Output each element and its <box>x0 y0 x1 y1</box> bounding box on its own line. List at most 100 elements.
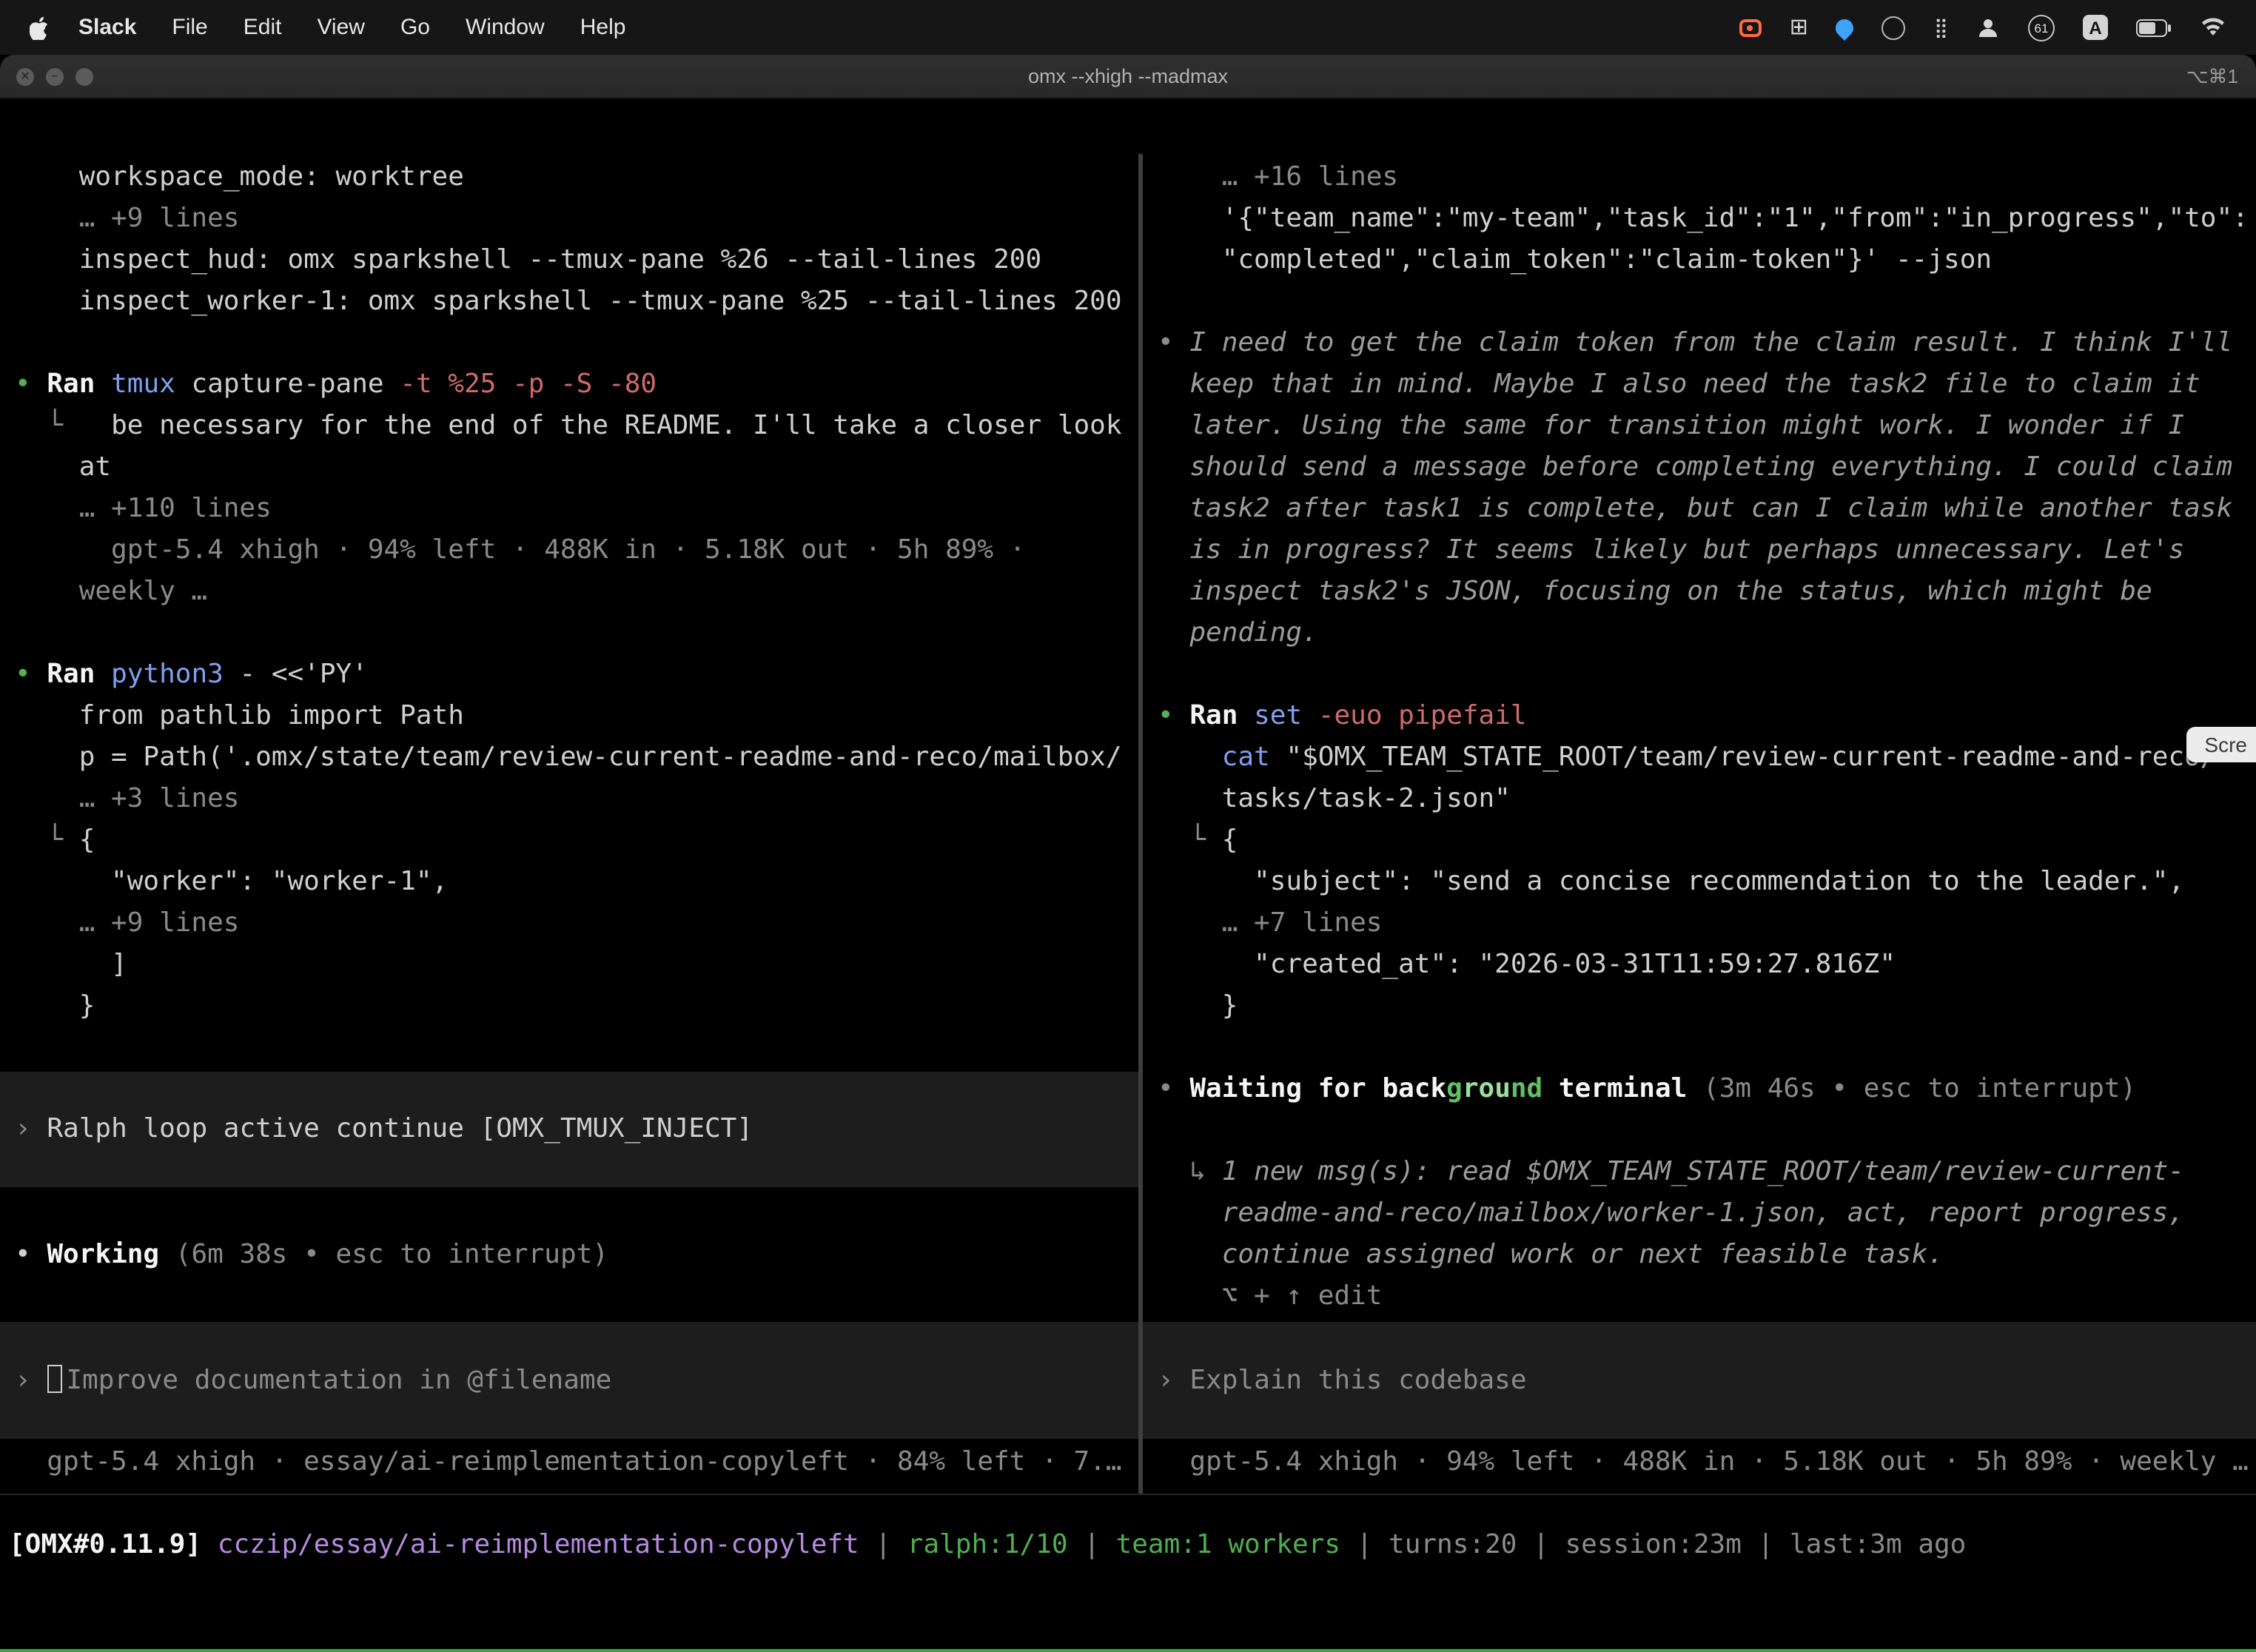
text-segment: "completed","claim_token":"claim-token"}… <box>1158 244 1992 275</box>
active-app-name[interactable]: Slack <box>78 15 136 40</box>
text-segment: | <box>1517 1529 1565 1560</box>
text-segment: "$OMX_TEAM_STATE_ROOT/team/review-curren… <box>1270 742 2217 773</box>
menu-help[interactable]: Help <box>580 15 626 40</box>
text-segment: last:3m ago <box>1790 1529 1966 1560</box>
text-segment: … +16 lines <box>1158 161 1398 192</box>
text-segment: weekly … <box>15 576 207 607</box>
terminal-line <box>1158 281 2256 323</box>
terminal-line: inspect task2's JSON, focusing on the st… <box>1158 571 2256 613</box>
minimize-button[interactable]: − <box>46 67 64 85</box>
text-segment: (6m 38s • esc to interrupt) <box>159 1239 608 1270</box>
text-segment: • <box>15 659 47 690</box>
text-segment: keep that in mind. Maybe I also need the… <box>1158 369 2200 400</box>
menu-window[interactable]: Window <box>466 15 545 40</box>
text-segment: g <box>1446 1073 1463 1104</box>
text-segment: Ran <box>47 659 111 690</box>
terminal-window: ✕ − omx --xhigh --madmax ⌥⌘1 workspace_m… <box>0 55 2256 1652</box>
text-segment: • <box>1158 327 1189 358</box>
terminal-line: workspace_mode: worktree <box>15 157 1138 198</box>
ralph-loop-banner: › Ralph loop active continue [OMX_TMUX_I… <box>0 1072 1138 1187</box>
terminal-line: … +9 lines <box>15 198 1138 240</box>
text-segment: -euo pipefail <box>1302 700 1526 731</box>
blue-drop-app-icon[interactable] <box>1833 15 1858 40</box>
terminal-line: } <box>15 986 1138 1027</box>
model-status-left: gpt-5.4 xhigh · essay/ai-reimplementatio… <box>15 1442 1138 1483</box>
dark-circle-app-icon[interactable] <box>1882 16 1906 39</box>
window-title-bar[interactable]: ✕ − omx --xhigh --madmax ⌥⌘1 <box>0 55 2256 99</box>
text-segment: continue assigned work or next feasible … <box>1158 1239 1944 1270</box>
tmux-pane-left[interactable]: workspace_mode: worktree … +9 lines insp… <box>0 154 1138 1494</box>
prompt-input-left[interactable]: › Improve documentation in @filename <box>0 1322 1138 1439</box>
terminal-line: "subject": "send a concise recommendatio… <box>1158 862 2256 903</box>
text-segment: └ <box>15 825 79 856</box>
wifi-icon[interactable] <box>2200 18 2226 37</box>
traffic-lights: ✕ − <box>16 55 93 98</box>
text-segment: "worker": "worker-1", <box>15 866 448 897</box>
text-segment: • <box>1158 1073 1189 1104</box>
text-segment: … +9 lines <box>15 203 239 234</box>
text-segment: task2 after task1 is complete, but can I… <box>1158 493 2232 524</box>
screen-recording-icon[interactable] <box>1739 19 1762 36</box>
text-segment: | <box>1068 1529 1116 1560</box>
terminal-line: weekly … <box>15 571 1138 613</box>
text-segment: … +7 lines <box>1158 907 1382 939</box>
battery-percent-ring[interactable]: 61 <box>2028 14 2055 41</box>
text-segment: be necessary for the end of the README. … <box>79 410 1122 441</box>
menu-file[interactable]: File <box>172 15 207 40</box>
terminal-line: pending. <box>1158 613 2256 654</box>
terminal-line: is in progress? It seems likely but perh… <box>1158 530 2256 571</box>
text-segment: team:1 workers <box>1116 1529 1340 1560</box>
text-segment: - <<'PY' <box>224 659 368 690</box>
text-segment: Ran <box>1189 700 1254 731</box>
terminal-line: inspect_worker-1: omx sparkshell --tmux-… <box>15 281 1138 323</box>
text-segment: inspect_hud: omx sparkshell --tmux-pane … <box>15 244 1041 275</box>
text-segment: └ <box>1158 825 1222 856</box>
window-title: omx --xhigh --madmax <box>1028 65 1228 87</box>
terminal-line: … +7 lines <box>1158 903 2256 944</box>
terminal-line: • Ran python3 - <<'PY' <box>15 654 1138 696</box>
terminal-line: └ { <box>1158 820 2256 862</box>
terminal-line: continue assigned work or next feasible … <box>1158 1235 2256 1276</box>
input-source-icon[interactable]: A <box>2083 15 2108 40</box>
text-segment: Ralph loop active continue [OMX_TMUX_INJ… <box>47 1113 753 1144</box>
text-segment: [OMX#0.11.9] <box>9 1529 201 1560</box>
text-segment: should send a message before completing … <box>1158 451 2232 483</box>
text-segment: is in progress? It seems likely but perh… <box>1158 534 2184 565</box>
text-segment: └ <box>15 410 79 441</box>
text-segment: tmux <box>111 369 175 400</box>
profile-icon[interactable] <box>1976 16 2000 39</box>
menu-go[interactable]: Go <box>400 15 430 40</box>
text-segment: … +9 lines <box>15 907 239 939</box>
text-segment: rou <box>1463 1073 1511 1104</box>
terminal-line: task2 after task1 is complete, but can I… <box>1158 488 2256 530</box>
text-segment: p = Path('.omx/state/team/review-current… <box>15 742 1122 773</box>
apple-logo-icon[interactable] <box>30 16 49 39</box>
terminal-line: … +16 lines <box>1158 157 2256 198</box>
screen-overlay-toast[interactable]: Scre <box>2186 727 2256 762</box>
close-button[interactable]: ✕ <box>16 67 34 85</box>
text-segment: … +110 lines <box>15 493 272 524</box>
tmux-pane-right[interactable]: … +16 lines '{"team_name":"my-team","tas… <box>1143 154 2256 1494</box>
text-segment: "created_at": "2026-03-31T11:59:27.816Z" <box>1158 949 1896 980</box>
tmux-status-bar: [omx-cczip0:bash* "MacBook-Pro-44.local"… <box>0 1649 2256 1652</box>
battery-icon[interactable] <box>2136 19 2172 36</box>
zoom-button[interactable] <box>75 67 93 85</box>
macos-menu-bar: Slack File Edit View Go Window Help ⊞ ⣿ … <box>0 0 2256 55</box>
prompt-input-right[interactable]: › Explain this codebase <box>1143 1322 2256 1439</box>
terminal-line: "completed","claim_token":"claim-token"}… <box>1158 240 2256 281</box>
window-grid-icon[interactable]: ⊞ <box>1790 16 1808 38</box>
text-segment: Ran <box>47 369 111 400</box>
text-segment: | <box>859 1529 907 1560</box>
text-segment: inspect task2's JSON, focusing on the st… <box>1158 576 2152 607</box>
text-segment: } <box>15 990 95 1021</box>
text-segment: 1 new msg(s): read $OMX_TEAM_STATE_ROOT/… <box>1222 1156 2184 1187</box>
text-segment: | <box>1340 1529 1389 1560</box>
menu-view[interactable]: View <box>317 15 365 40</box>
text-segment: gpt-5.4 xhigh · essay/ai-reimplementatio… <box>15 1446 1122 1477</box>
menu-edit[interactable]: Edit <box>244 15 282 40</box>
text-segment: › <box>15 1113 47 1144</box>
dots-grid-icon[interactable]: ⣿ <box>1934 18 1948 37</box>
text-segment: readme-and-reco/mailbox/worker-1.json, a… <box>1158 1198 2184 1229</box>
text-segment: python3 <box>111 659 224 690</box>
text-segment: turns:20 <box>1389 1529 1517 1560</box>
